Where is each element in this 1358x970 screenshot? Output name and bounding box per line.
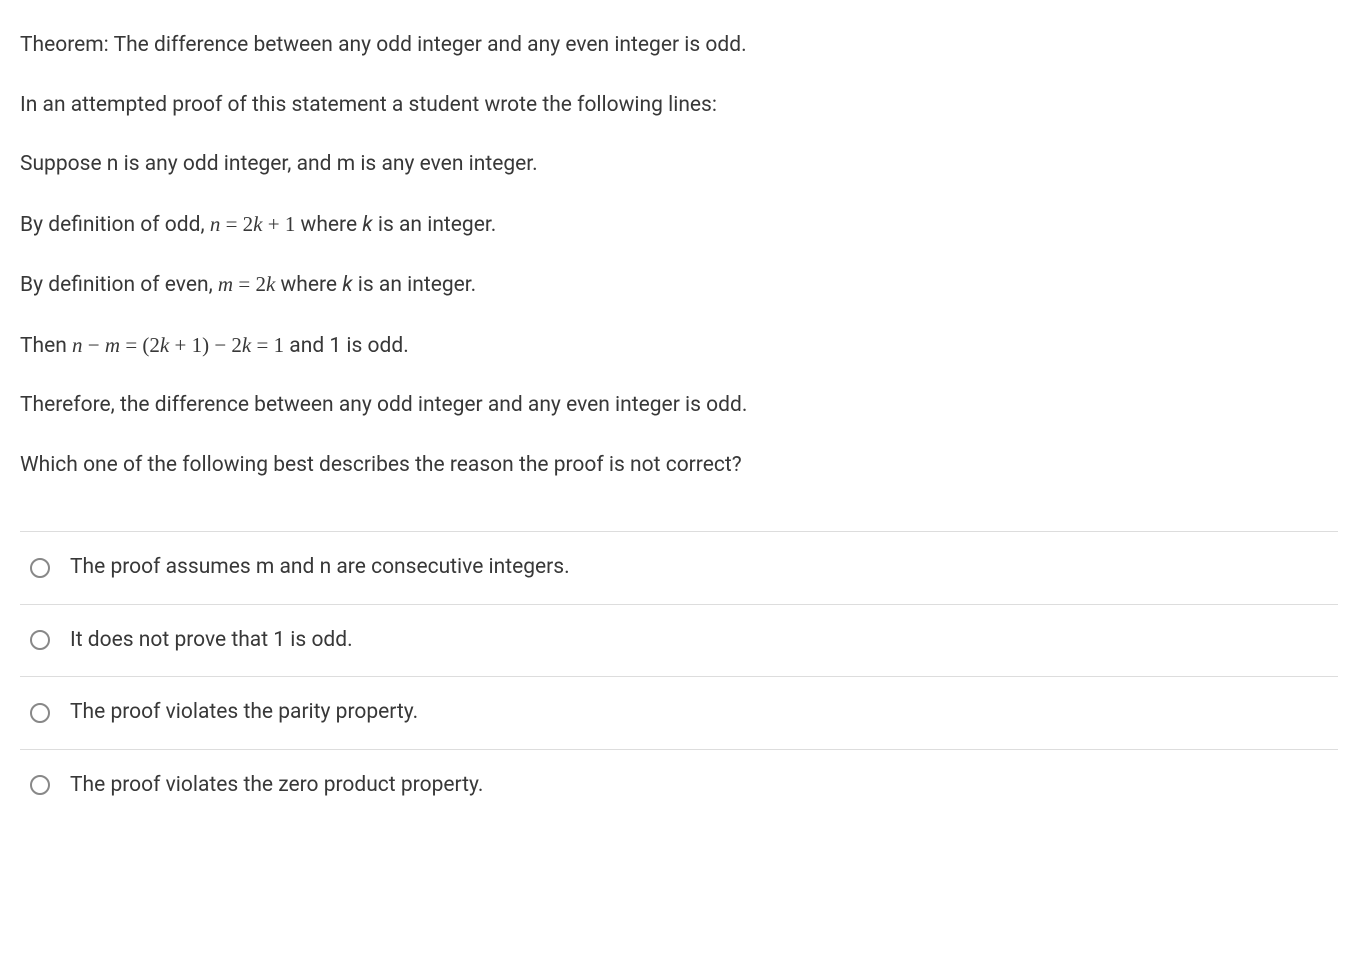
question-stem: Theorem: The difference between any odd … <box>20 30 1338 481</box>
radio-icon <box>30 703 50 723</box>
intro-line: In an attempted proof of this statement … <box>20 90 1338 122</box>
text-segment: By definition of odd, <box>20 213 210 237</box>
option-c[interactable]: The proof violates the parity property. <box>20 677 1338 750</box>
math-eq: = <box>220 212 242 236</box>
therefore-line: Therefore, the difference between any od… <box>20 390 1338 422</box>
math-expression: 2k <box>255 272 275 296</box>
option-b-text: It does not prove that 1 is odd. <box>70 625 353 657</box>
option-d-text: The proof violates the zero product prop… <box>70 770 483 802</box>
question-prompt: Which one of the following best describe… <box>20 450 1338 482</box>
theorem-statement: Theorem: The difference between any odd … <box>20 30 1338 62</box>
math-equation: n − m = (2k + 1) − 2k = 1 <box>72 333 284 357</box>
math-variable-n: n <box>210 212 221 236</box>
text-segment: By definition of even, <box>20 273 218 297</box>
radio-icon <box>30 558 50 578</box>
math-eq: = <box>233 272 255 296</box>
math-expression: 2k + 1 <box>243 212 296 236</box>
option-a[interactable]: The proof assumes m and n are consecutiv… <box>20 532 1338 605</box>
option-c-text: The proof violates the parity property. <box>70 697 418 729</box>
text-segment: Then <box>20 334 72 358</box>
option-d[interactable]: The proof violates the zero product prop… <box>20 750 1338 822</box>
math-variable-m: m <box>218 272 233 296</box>
text-segment: and 1 is odd. <box>284 334 409 358</box>
radio-icon <box>30 630 50 650</box>
odd-definition-line: By definition of odd, n = 2k + 1 where k… <box>20 209 1338 242</box>
text-segment: where k is an integer. <box>275 273 476 297</box>
even-definition-line: By definition of even, m = 2k where k is… <box>20 269 1338 302</box>
radio-icon <box>30 775 50 795</box>
option-a-text: The proof assumes m and n are consecutiv… <box>70 552 570 584</box>
then-line: Then n − m = (2k + 1) − 2k = 1 and 1 is … <box>20 330 1338 363</box>
options-list: The proof assumes m and n are consecutiv… <box>20 531 1338 821</box>
text-segment: where k is an integer. <box>295 213 496 237</box>
suppose-line: Suppose n is any odd integer, and m is a… <box>20 149 1338 181</box>
option-b[interactable]: It does not prove that 1 is odd. <box>20 605 1338 678</box>
